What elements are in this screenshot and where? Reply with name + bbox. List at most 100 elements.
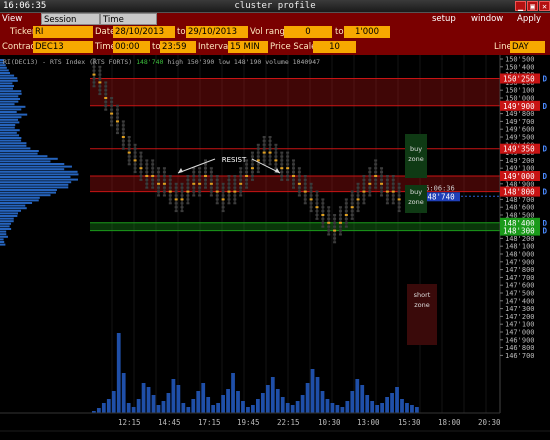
cluster-cell bbox=[145, 175, 149, 177]
restore-icon[interactable]: ▣ bbox=[527, 1, 538, 11]
price-tick-label: 147'600 bbox=[505, 282, 535, 290]
cluster-cell bbox=[162, 175, 166, 177]
cluster-cell bbox=[321, 206, 325, 209]
cluster-cell bbox=[110, 97, 114, 99]
cluster-cell bbox=[121, 128, 125, 131]
cluster-cell bbox=[110, 120, 114, 123]
cluster-cell bbox=[127, 143, 131, 146]
cluster-cell bbox=[315, 206, 319, 209]
tab-time-interval[interactable]: Time Interval bbox=[100, 13, 157, 37]
volume-bar bbox=[186, 407, 191, 413]
cluster-cell bbox=[198, 194, 202, 197]
cluster-cell bbox=[350, 190, 354, 193]
cluster-cell bbox=[115, 120, 119, 123]
level-tag-label: 148'300 bbox=[503, 227, 535, 236]
volume-bar bbox=[226, 389, 230, 413]
cluster-cell bbox=[397, 202, 401, 205]
volume-bar bbox=[400, 399, 404, 413]
cluster-cell bbox=[215, 198, 219, 201]
cluster-cell bbox=[268, 163, 272, 166]
cluster-cell bbox=[239, 175, 243, 177]
ticker-label: Ticker bbox=[10, 27, 36, 37]
cluster-cell bbox=[180, 182, 184, 185]
time-tick-label: 20:30 bbox=[478, 418, 501, 427]
volume-bar bbox=[111, 391, 116, 413]
cluster-cell bbox=[239, 182, 243, 185]
close-icon[interactable]: ✕ bbox=[539, 1, 550, 11]
minimize-icon[interactable]: ▁ bbox=[515, 1, 526, 11]
ticker-field[interactable]: RI bbox=[33, 26, 93, 38]
profile-bar bbox=[0, 241, 5, 243]
cluster-cell bbox=[385, 198, 389, 201]
menu-apply[interactable]: Apply bbox=[517, 13, 541, 25]
price-scale-field[interactable]: 10 bbox=[313, 41, 356, 53]
cluster-cell bbox=[256, 147, 260, 150]
volume-bar bbox=[211, 405, 216, 413]
cluster-cell bbox=[245, 182, 249, 185]
profile-bar bbox=[0, 217, 14, 220]
cluster-cell bbox=[157, 178, 161, 181]
cluster-chart[interactable]: 150'500150'400150'300150'200150'100150'0… bbox=[0, 55, 550, 440]
level-tag-label: 149'000 bbox=[503, 172, 535, 181]
contract-field[interactable]: DEC13 bbox=[33, 41, 93, 53]
volume-bar bbox=[196, 391, 201, 413]
profile-bar bbox=[0, 113, 28, 116]
cluster-cell bbox=[262, 139, 266, 142]
cluster-cell bbox=[233, 194, 237, 197]
profile-bar bbox=[0, 124, 16, 126]
cluster-cell bbox=[139, 178, 143, 181]
cluster-cell bbox=[297, 171, 301, 174]
cluster-cell bbox=[209, 190, 213, 193]
profile-bar bbox=[0, 79, 18, 82]
date-from-field[interactable]: 28/10/2013 bbox=[113, 26, 175, 38]
cluster-cell bbox=[92, 85, 96, 88]
cluster-cell bbox=[321, 221, 325, 224]
volume-bar bbox=[96, 408, 101, 413]
menu-window[interactable]: window bbox=[471, 13, 503, 25]
cluster-cell bbox=[104, 108, 108, 111]
price-tick-label: 148'100 bbox=[505, 243, 535, 251]
volume-bar bbox=[141, 383, 146, 413]
cluster-cell bbox=[380, 175, 384, 177]
volume-bar bbox=[325, 399, 330, 413]
cluster-cell bbox=[162, 171, 166, 174]
volume-bar bbox=[136, 399, 141, 413]
cluster-cell bbox=[309, 202, 313, 205]
cluster-cell bbox=[239, 194, 243, 197]
cluster-cell bbox=[209, 182, 213, 185]
vol-to-field[interactable]: 1'000 bbox=[344, 26, 390, 38]
profile-bar bbox=[0, 142, 27, 145]
profile-bar bbox=[0, 98, 20, 100]
cluster-cell bbox=[227, 198, 231, 201]
window-title: cluster profile bbox=[234, 1, 316, 11]
level-tag-label: 148'800 bbox=[503, 188, 535, 197]
cluster-cell bbox=[180, 186, 184, 189]
date-to-field[interactable]: 29/10/2013 bbox=[186, 26, 248, 38]
volume-bar bbox=[126, 403, 131, 413]
cluster-cell bbox=[209, 178, 213, 181]
cluster-cell bbox=[192, 171, 196, 174]
profile-bar bbox=[0, 116, 22, 119]
volume-bar bbox=[355, 379, 360, 413]
menu-setup[interactable]: setup bbox=[432, 13, 456, 25]
time-from-field[interactable]: 00:00 bbox=[113, 41, 150, 53]
tab-view-dom[interactable]: View DOM bbox=[0, 13, 41, 36]
volume-bar bbox=[390, 393, 394, 413]
vol-from-field[interactable]: 0 bbox=[284, 26, 332, 38]
cluster-cell bbox=[391, 186, 395, 189]
tab-session-hours[interactable]: Session Hours bbox=[41, 13, 100, 37]
cluster-cell bbox=[221, 190, 225, 193]
interval-field[interactable]: 15 MIN bbox=[228, 41, 268, 53]
cluster-cell bbox=[262, 155, 266, 158]
time-to-field[interactable]: 23:59 bbox=[160, 41, 196, 53]
cluster-cell bbox=[133, 163, 137, 166]
cluster-cell bbox=[338, 214, 342, 216]
cluster-cell bbox=[115, 132, 119, 135]
line-field[interactable]: DAY bbox=[510, 41, 545, 53]
profile-bar bbox=[0, 199, 39, 202]
buy-zone-2-label: buy bbox=[409, 188, 423, 196]
cluster-cell bbox=[121, 143, 125, 146]
cluster-cell bbox=[127, 151, 131, 154]
time-tick-label: 14:45 bbox=[158, 418, 181, 427]
price-tick-label: 147'200 bbox=[505, 313, 535, 321]
